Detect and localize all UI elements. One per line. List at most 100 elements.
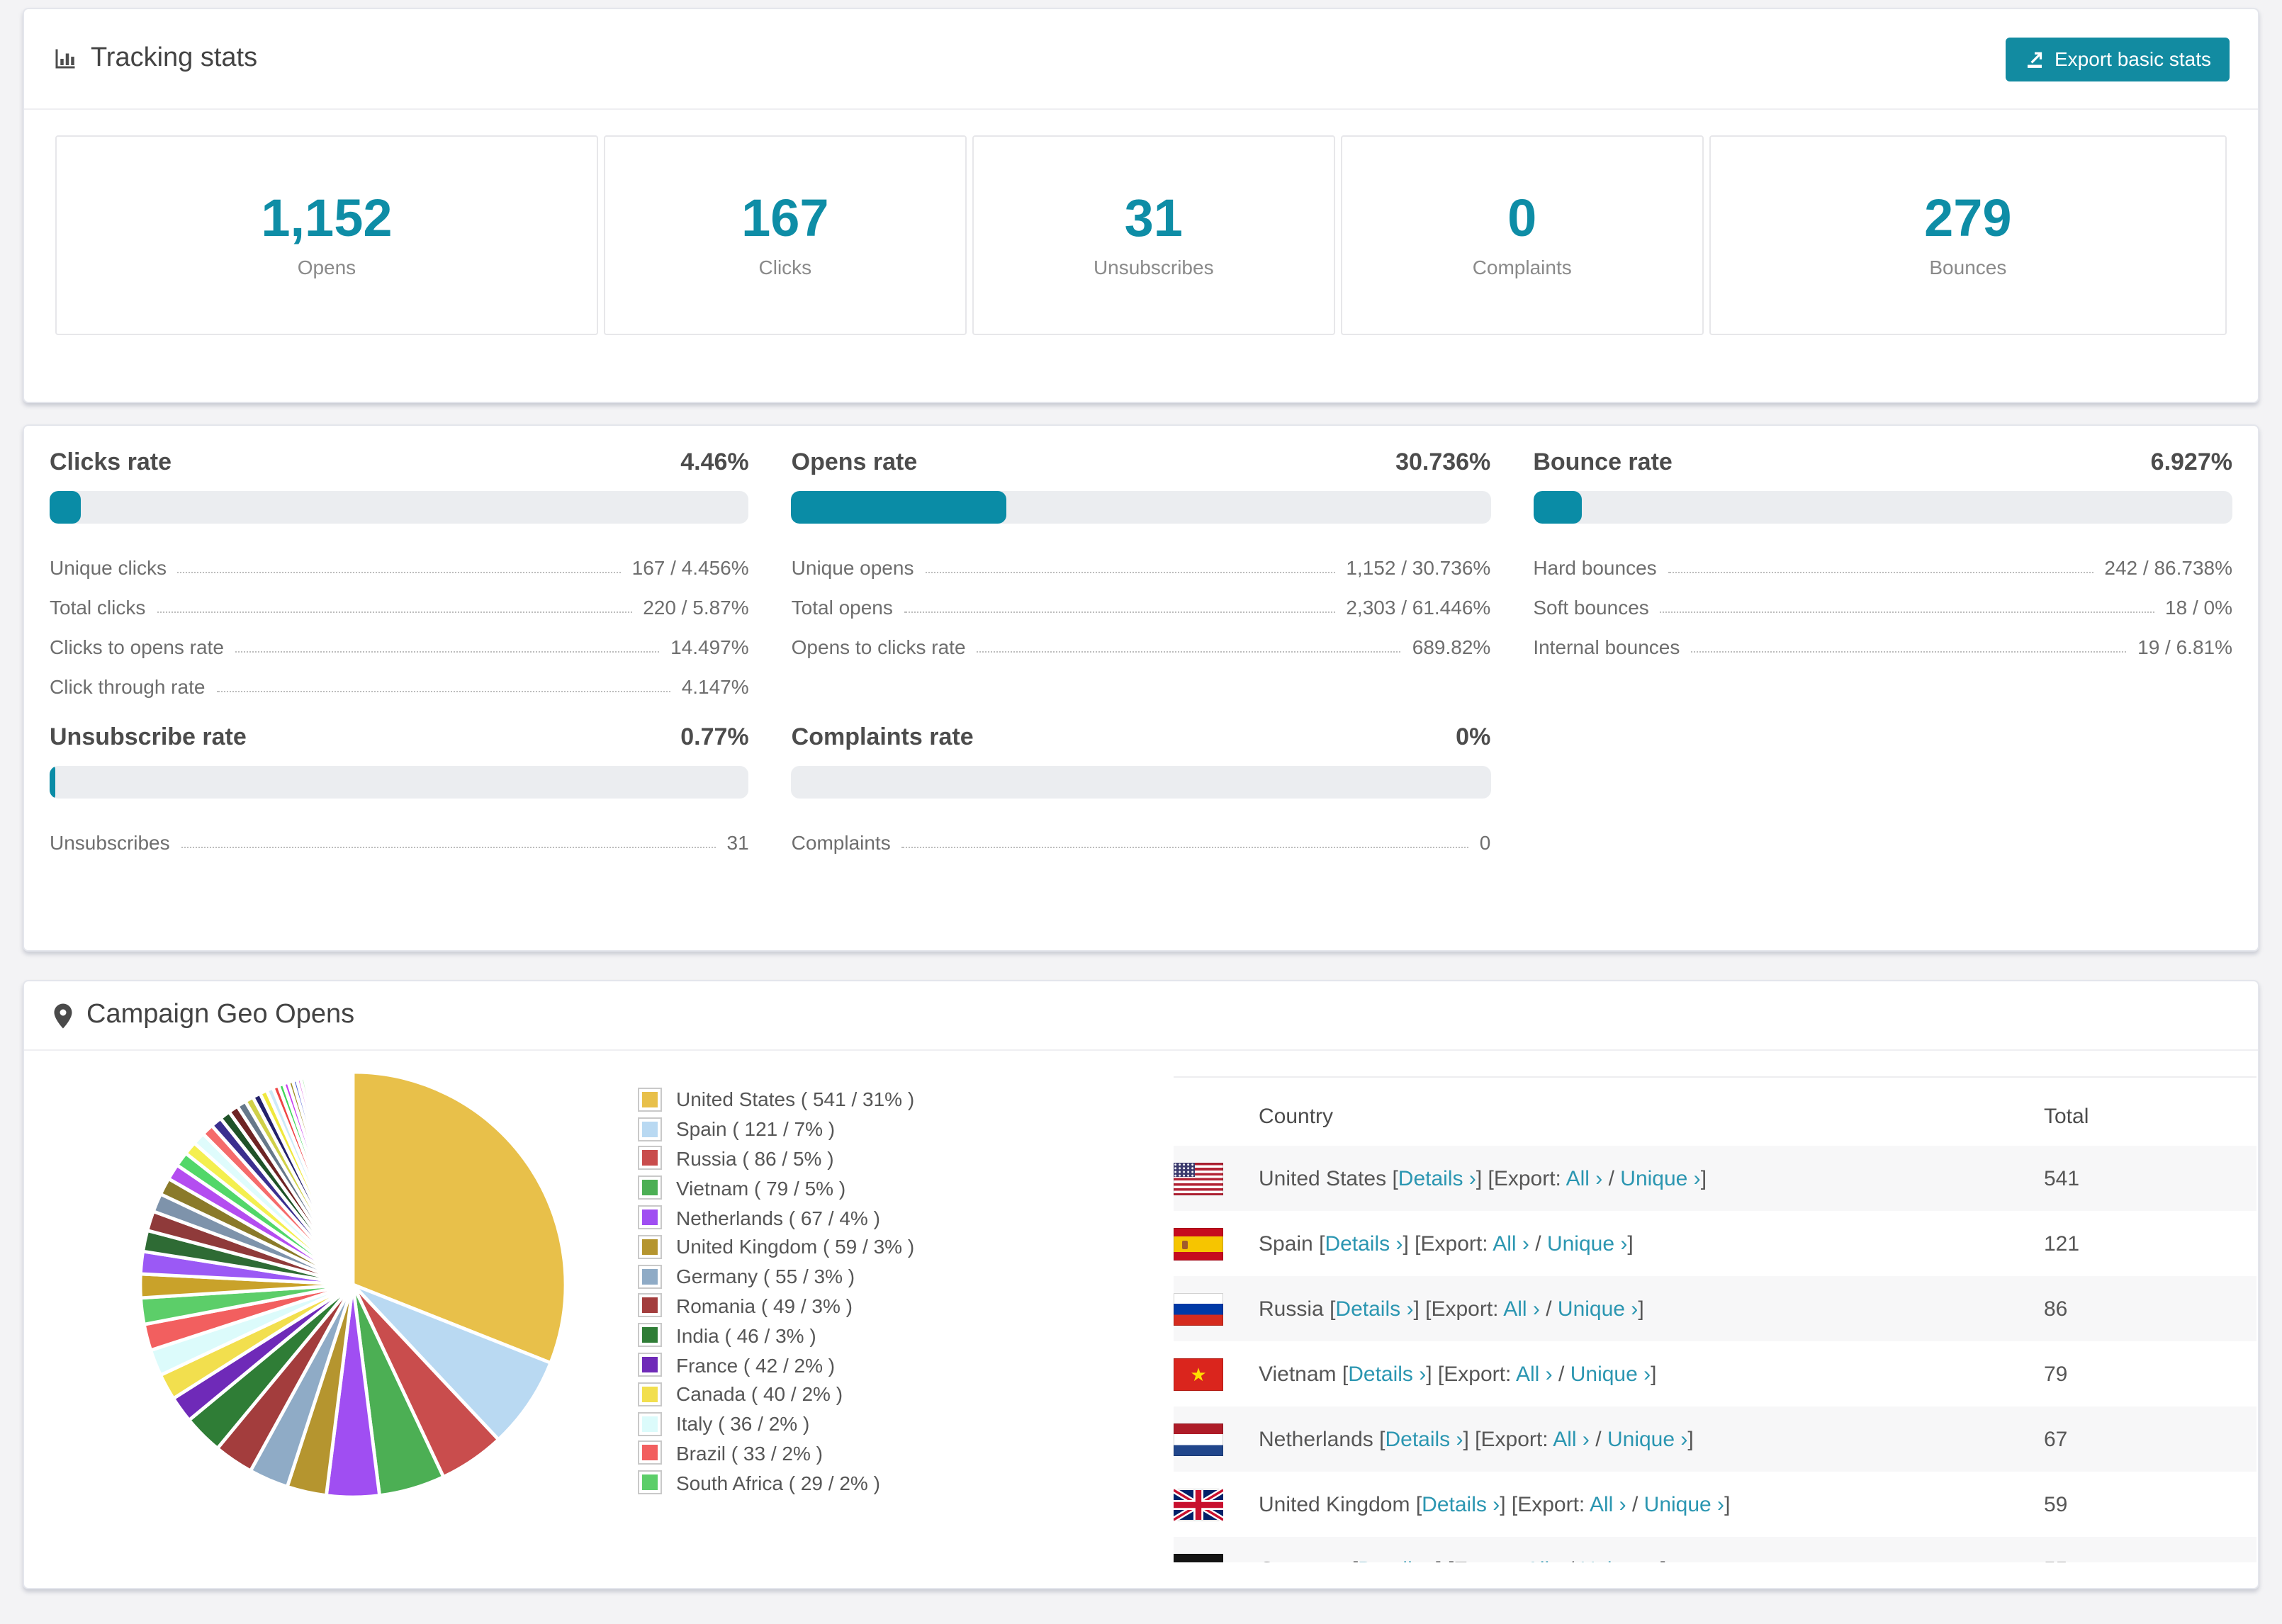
country-name: Vietnam [1259, 1362, 1342, 1386]
legend-item: South Africa ( 29 / 2% ) [638, 1468, 914, 1498]
tracking-stats-card: Tracking stats Export basic stats 1,152 O… [23, 8, 2259, 403]
export-unique-link[interactable]: Unique › [1580, 1557, 1660, 1562]
legend-item: Romania ( 49 / 3% ) [638, 1291, 914, 1321]
total-column-header: Total [2044, 1105, 2089, 1129]
stat-line: Complaints 0 [792, 817, 1491, 857]
rate-value: 30.736% [1395, 449, 1491, 475]
details-link[interactable]: Details › [1325, 1231, 1403, 1256]
stat-line-value: 19 / 6.81% [2137, 636, 2232, 658]
export-all-link[interactable]: All › [1553, 1427, 1590, 1451]
legend-item: Italy ( 36 / 2% ) [638, 1409, 914, 1439]
gb-flag-icon [1174, 1488, 1223, 1521]
total-cell: 59 [2044, 1492, 2068, 1516]
export-all-link[interactable]: All › [1503, 1297, 1540, 1321]
rate-rows: Complaints 0 [792, 817, 1491, 857]
legend-label: Vietnam ( 79 / 5% ) [676, 1176, 846, 1200]
stat-line-value: 4.147% [681, 675, 749, 698]
legend-item: Spain ( 121 / 7% ) [638, 1115, 914, 1144]
dotted-leader [216, 691, 670, 692]
export-unique-link[interactable]: Unique › [1620, 1166, 1700, 1190]
rate-panel: Bounce rate 6.927% Hard bounces 242 / 86.73… [1533, 449, 2232, 701]
country-cell: Russia [Details ›] [Export: All › / Uniq… [1259, 1297, 1644, 1321]
legend-swatch [638, 1293, 662, 1318]
rate-panel-header: Unsubscribe rate 0.77% [50, 723, 749, 752]
export-basic-stats-button[interactable]: Export basic stats [2005, 37, 2230, 81]
export-unique-link[interactable]: Unique › [1570, 1362, 1651, 1386]
legend-label: Romania ( 49 / 3% ) [676, 1294, 853, 1317]
rate-rows: Unsubscribes 31 [50, 817, 749, 857]
legend-swatch [638, 1440, 662, 1465]
details-link[interactable]: Details › [1335, 1297, 1413, 1321]
stat-line: Click through rate 4.147% [50, 661, 749, 701]
total-cell: 67 [2044, 1427, 2068, 1451]
rates-grid: Clicks rate 4.46% Unique clicks 167 / 4.456… [24, 426, 2258, 857]
rate-title: Bounce rate [1533, 449, 1673, 475]
stat-line-label: Hard bounces [1533, 556, 1657, 579]
legend-label: Canada ( 40 / 2% ) [676, 1382, 843, 1406]
export-unique-link[interactable]: Unique › [1558, 1297, 1638, 1321]
tracking-stats-header: Tracking stats Export basic stats [24, 9, 2258, 110]
export-unique-link[interactable]: Unique › [1607, 1427, 1687, 1451]
stat-value: 279 [1924, 188, 2012, 247]
export-all-link[interactable]: All › [1493, 1231, 1529, 1256]
legend-label: Russia ( 86 / 5% ) [676, 1146, 834, 1170]
stat-line: Soft bounces 18 / 0% [1533, 582, 2232, 621]
stat-label: Opens [297, 256, 356, 279]
stat-box: 31 Unsubscribes [972, 135, 1335, 335]
legend-swatch [638, 1323, 662, 1348]
stat-line-value: 167 / 4.456% [631, 556, 749, 579]
country-name: United States [1259, 1166, 1393, 1190]
table-row: United States [Details ›] [Export: All ›… [1174, 1146, 2256, 1211]
country-column-header: Country [1259, 1105, 1334, 1129]
progress-bar [50, 491, 749, 524]
legend-swatch [638, 1205, 662, 1230]
stat-line-label: Soft bounces [1533, 596, 1649, 619]
stat-line-value: 0 [1479, 831, 1491, 854]
stat-line: Unique opens 1,152 / 30.736% [792, 542, 1491, 582]
es-flag-icon [1174, 1227, 1223, 1260]
stat-value: 0 [1507, 188, 1537, 247]
stat-label: Unsubscribes [1093, 256, 1214, 279]
details-link[interactable]: Details › [1422, 1492, 1500, 1516]
legend-label: United States ( 541 / 31% ) [676, 1088, 915, 1111]
details-link[interactable]: Details › [1385, 1427, 1463, 1451]
export-unique-link[interactable]: Unique › [1644, 1492, 1724, 1516]
legend-label: Germany ( 55 / 3% ) [676, 1265, 855, 1288]
rate-title: Unsubscribe rate [50, 723, 247, 750]
details-link[interactable]: Details › [1398, 1166, 1476, 1190]
geo-table-rows: United States [Details ›] [Export: All ›… [1174, 1146, 2256, 1562]
legend-item: United States ( 541 / 31% ) [638, 1085, 914, 1115]
export-unique-link[interactable]: Unique › [1547, 1231, 1627, 1256]
dotted-leader [904, 611, 1335, 613]
stat-line-label: Unsubscribes [50, 831, 170, 854]
stat-line-label: Total clicks [50, 596, 146, 619]
table-row: Germany [Details ›] [Export: All › / Uni… [1174, 1537, 2256, 1562]
dotted-leader [1660, 611, 2154, 613]
progress-fill [791, 491, 1006, 524]
page-title: Tracking stats [91, 43, 258, 73]
details-link[interactable]: Details › [1348, 1362, 1426, 1386]
geo-section-title: Campaign Geo Opens [86, 1000, 355, 1030]
stat-line-label: Total opens [791, 596, 893, 619]
dotted-leader [177, 572, 621, 573]
stat-line: Internal bounces 19 / 6.81% [1533, 621, 2232, 661]
rate-panel: Opens rate 30.736% Unique opens 1,152 / 30.… [791, 449, 1491, 701]
legend-item: India ( 46 / 3% ) [638, 1321, 914, 1350]
details-link[interactable]: Details › [1358, 1557, 1436, 1562]
export-all-link[interactable]: All › [1516, 1362, 1553, 1386]
export-all-link[interactable]: All › [1526, 1557, 1563, 1562]
map-pin-icon [52, 1002, 74, 1029]
stat-line-label: Internal bounces [1533, 636, 1680, 658]
rate-value: 0.77% [680, 723, 749, 750]
legend-swatch [638, 1175, 662, 1200]
table-row: Netherlands [Details ›] [Export: All › /… [1174, 1406, 2256, 1472]
stat-box: 0 Complaints [1340, 135, 1704, 335]
pie-legend: United States ( 541 / 31% ) Spain ( 121 /… [638, 1085, 914, 1497]
export-all-link[interactable]: All › [1590, 1492, 1626, 1516]
country-cell: Germany [Details ›] [Export: All › / Uni… [1259, 1557, 2044, 1562]
geo-country-table: Country Total United States [Details ›] … [1174, 1076, 2256, 1562]
geo-table-header: Country Total [1174, 1076, 2256, 1146]
export-all-link[interactable]: All › [1566, 1166, 1603, 1190]
country-name: Russia [1259, 1297, 1330, 1321]
rate-panel: Complaints rate 0% Complaints 0 [791, 723, 1491, 857]
